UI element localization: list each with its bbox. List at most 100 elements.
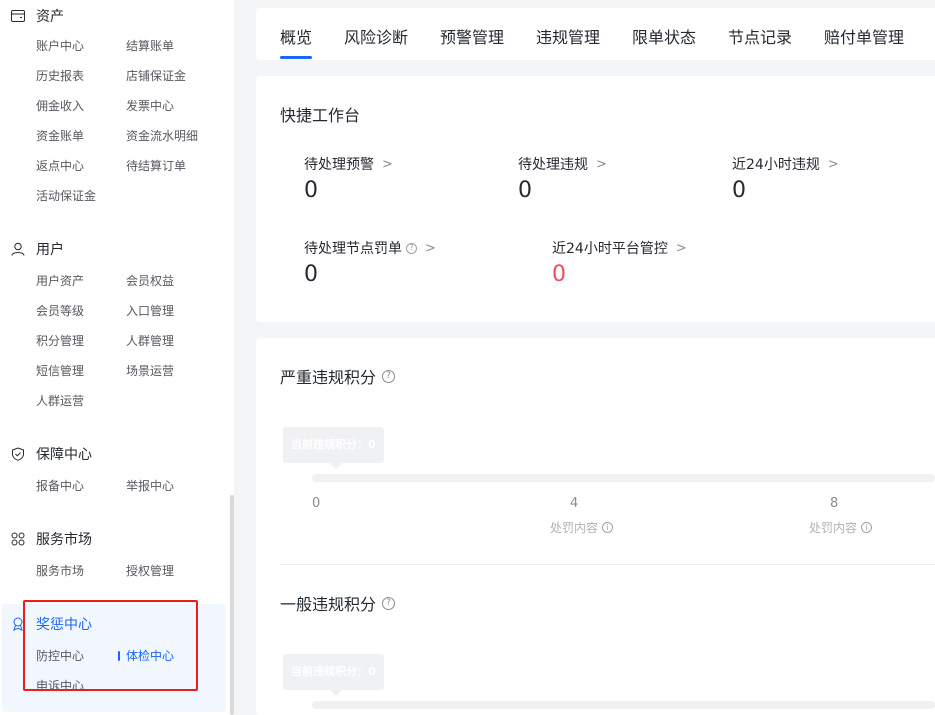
- sidebar-item-points-manage[interactable]: 积分管理: [36, 332, 84, 350]
- sidebar-item-fund-bill[interactable]: 资金账单: [36, 127, 84, 145]
- sidebar-item-report-center[interactable]: 报备中心: [36, 477, 84, 495]
- group-reward-penalty[interactable]: 奖惩中心: [10, 613, 92, 635]
- tick-label: 0: [312, 496, 321, 511]
- stat-pending-node-penalty-label: 待处理节点罚单: [304, 241, 402, 257]
- section-divider: [280, 564, 935, 565]
- sidebar-item-history-report[interactable]: 历史报表: [36, 67, 84, 85]
- tab-warning-manage[interactable]: 预警管理: [440, 24, 504, 48]
- help-icon[interactable]: ?: [382, 596, 396, 610]
- info-icon[interactable]: i: [861, 522, 873, 533]
- general-current-points-tooltip: 当前违规积分：0: [283, 654, 384, 690]
- sidebar-item-sms-manage[interactable]: 短信管理: [36, 362, 84, 380]
- sidebar-item-pending-orders[interactable]: 待结算订单: [126, 157, 186, 175]
- sidebar-item-entry-manage[interactable]: 入口管理: [126, 302, 174, 320]
- stat-pending-node-penalty[interactable]: 待处理节点罚单? >: [304, 238, 436, 258]
- wallet-icon: [10, 8, 26, 24]
- award-icon: [10, 616, 26, 632]
- sidebar-item-rebate-center[interactable]: 返点中心: [36, 157, 84, 175]
- sidebar-item-appeal-center[interactable]: 申诉中心: [36, 677, 84, 695]
- sidebar-item-service-market[interactable]: 服务市场: [36, 562, 84, 580]
- group-service-market-label: 服务市场: [36, 532, 92, 548]
- stat-pending-violation-value: 0: [518, 178, 532, 203]
- stat-24h-platform-control[interactable]: 近24小时平台管控 >: [552, 238, 687, 258]
- group-service-market[interactable]: 服务市场: [10, 528, 92, 550]
- sidebar-item-complaint-center[interactable]: 举报中心: [126, 477, 174, 495]
- violation-points-card: 严重违规积分? 当前违规积分：0 0 4 8 处罚内容 i 处罚内容 i 一般违规积…: [256, 338, 935, 715]
- tick-label: 4: [570, 496, 579, 511]
- apps-icon: [10, 531, 26, 547]
- general-violation-title-text: 一般违规积分: [280, 595, 377, 614]
- group-reward-penalty-label: 奖惩中心: [36, 617, 92, 633]
- sidebar-item-account-center[interactable]: 账户中心: [36, 37, 84, 55]
- sidebar-item-member-rights[interactable]: 会员权益: [126, 272, 174, 290]
- general-points-track: [312, 701, 935, 709]
- sidebar-item-member-level[interactable]: 会员等级: [36, 302, 84, 320]
- stat-pending-warning[interactable]: 待处理预警 >: [304, 154, 393, 174]
- stat-pending-violation[interactable]: 待处理违规 >: [518, 154, 607, 174]
- serious-violation-title: 严重违规积分?: [280, 364, 396, 388]
- stat-24h-violation-value: 0: [732, 178, 746, 203]
- user-icon: [10, 241, 26, 257]
- sidebar: 资产 账户中心 结算账单 历史报表 店铺保证金 佣金收入 发票中心 资金账单 资…: [0, 0, 234, 715]
- group-users-label: 用户: [36, 242, 64, 258]
- serious-violation-title-text: 严重违规积分: [280, 368, 377, 387]
- tab-risk-diagnosis[interactable]: 风险诊断: [344, 24, 408, 48]
- penalty-content-label: 处罚内容: [550, 521, 599, 535]
- help-icon[interactable]: ?: [382, 369, 396, 383]
- chevron-right-icon: >: [596, 156, 607, 172]
- tab-overview[interactable]: 概览: [280, 24, 312, 48]
- tab-order-limit[interactable]: 限单状态: [632, 24, 696, 48]
- stat-24h-violation[interactable]: 近24小时违规 >: [732, 154, 839, 174]
- chevron-right-icon: >: [675, 240, 687, 256]
- help-icon[interactable]: ?: [406, 242, 417, 254]
- stat-pending-warning-value: 0: [304, 178, 318, 203]
- tick-label: 8: [830, 496, 839, 511]
- chevron-right-icon: >: [425, 240, 436, 256]
- sidebar-item-store-deposit[interactable]: 店铺保证金: [126, 67, 186, 85]
- group-assets[interactable]: 资产: [10, 5, 64, 27]
- tab-compensation[interactable]: 赔付单管理: [824, 24, 904, 48]
- tooltip-arrow: [330, 690, 342, 696]
- group-protection[interactable]: 保障中心: [10, 443, 92, 465]
- info-icon[interactable]: i: [602, 522, 614, 533]
- chevron-right-icon: >: [382, 156, 393, 172]
- stat-24h-platform-control-label: 近24小时平台管控: [552, 241, 668, 257]
- shield-icon: [10, 446, 26, 462]
- group-users[interactable]: 用户: [10, 238, 64, 260]
- tab-node-records[interactable]: 节点记录: [728, 24, 792, 48]
- quick-workbench-title: 快捷工作台: [280, 106, 361, 125]
- general-violation-title: 一般违规积分?: [280, 591, 396, 615]
- sidebar-scrollbar[interactable]: [230, 495, 234, 715]
- sidebar-item-settlement-bill[interactable]: 结算账单: [126, 37, 174, 55]
- chevron-right-icon: >: [827, 156, 839, 172]
- sidebar-item-activity-deposit[interactable]: 活动保证金: [36, 187, 96, 205]
- sidebar-item-auth-manage[interactable]: 授权管理: [126, 562, 174, 580]
- sidebar-item-commission[interactable]: 佣金收入: [36, 97, 84, 115]
- sidebar-item-health-check[interactable]: 体检中心: [126, 647, 174, 665]
- serious-current-points-tooltip: 当前违规积分：0: [283, 427, 384, 463]
- general-current-points-text: 当前违规积分：0: [291, 665, 376, 678]
- sidebar-item-risk-control[interactable]: 防控中心: [36, 647, 84, 665]
- quick-workbench-card: 快捷工作台 待处理预警 > 0 待处理违规 > 0 近24小时违规 > 0 待处理节点…: [256, 76, 935, 322]
- sidebar-item-fund-flow[interactable]: 资金流水明细: [126, 127, 198, 145]
- group-assets-label: 资产: [36, 9, 64, 25]
- tab-bar: 概览 风险诊断 预警管理 违规管理 限单状态 节点记录 赔付单管理: [256, 8, 935, 60]
- sidebar-item-scene-ops[interactable]: 场景运营: [126, 362, 174, 380]
- sidebar-item-crowd-ops[interactable]: 人群运营: [36, 392, 84, 410]
- sidebar-item-user-assets[interactable]: 用户资产: [36, 272, 84, 290]
- penalty-content-label: 处罚内容: [809, 521, 858, 535]
- stat-pending-node-penalty-value: 0: [304, 262, 318, 287]
- stat-pending-violation-label: 待处理违规: [518, 157, 588, 173]
- stat-pending-warning-label: 待处理预警: [304, 157, 374, 173]
- stat-24h-violation-label: 近24小时违规: [732, 157, 820, 173]
- active-tab-underline: [280, 56, 312, 59]
- serious-points-track: [312, 474, 935, 482]
- stat-24h-platform-control-value: 0: [552, 262, 566, 287]
- penalty-content-link[interactable]: 处罚内容 i: [809, 519, 873, 536]
- sidebar-item-invoice-center[interactable]: 发票中心: [126, 97, 174, 115]
- group-protection-label: 保障中心: [36, 447, 92, 463]
- tab-violation-manage[interactable]: 违规管理: [536, 24, 600, 48]
- serious-current-points-text: 当前违规积分：0: [291, 438, 376, 451]
- penalty-content-link[interactable]: 处罚内容 i: [550, 519, 614, 536]
- sidebar-item-crowd-manage[interactable]: 人群管理: [126, 332, 174, 350]
